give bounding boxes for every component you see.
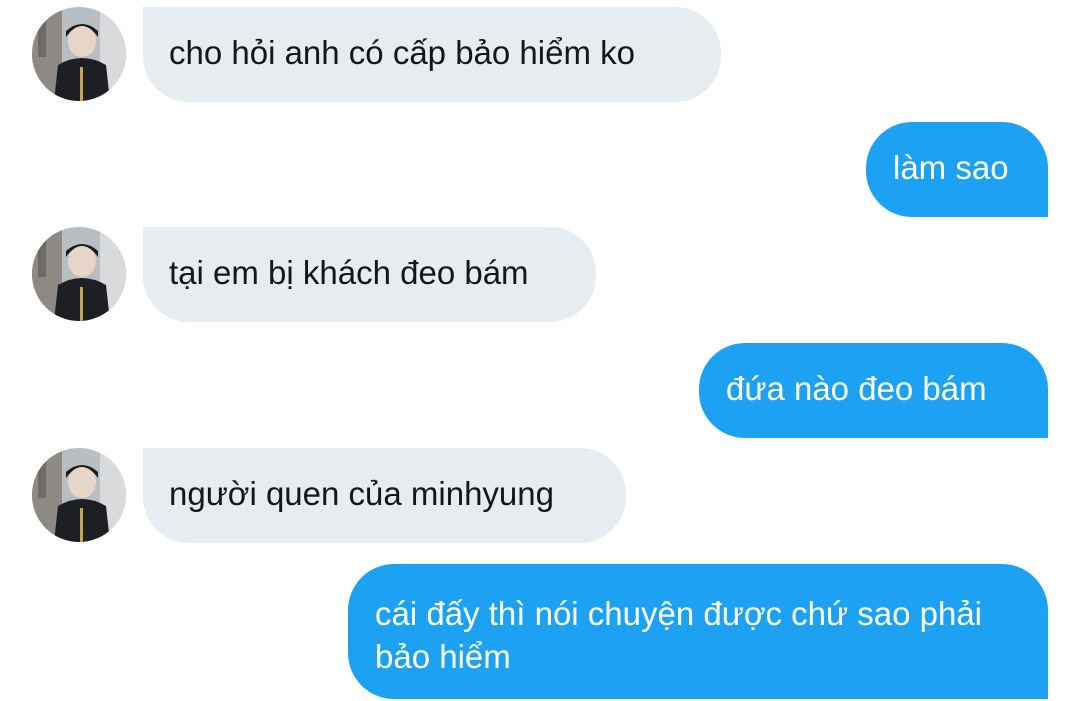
contact-avatar[interactable] [32,227,126,321]
message-text: tại em bị khách đeo bám [169,254,529,291]
outgoing-message-bubble[interactable]: cái đấy thì nói chuyện được chứ sao phải… [348,564,1048,699]
message-thread: cho hỏi anh có cấp bảo hiểm ko làm sao t… [0,0,1080,701]
message-text: người quen của minhyung [169,475,554,512]
contact-avatar[interactable] [32,448,126,542]
message-text: cái đấy thì nói chuyện được chứ sao phải… [375,595,983,675]
incoming-message-bubble[interactable]: tại em bị khách đeo bám [143,227,596,322]
outgoing-message-bubble[interactable]: làm sao [866,122,1048,217]
incoming-message-bubble[interactable]: người quen của minhyung [143,448,626,543]
message-text: cho hỏi anh có cấp bảo hiểm ko [169,34,635,71]
contact-avatar[interactable] [32,7,126,101]
outgoing-message-bubble[interactable]: đứa nào đeo bám [699,343,1048,438]
message-text: làm sao [893,149,1009,186]
message-text: đứa nào đeo bám [726,370,987,407]
incoming-message-bubble[interactable]: cho hỏi anh có cấp bảo hiểm ko [143,7,721,102]
